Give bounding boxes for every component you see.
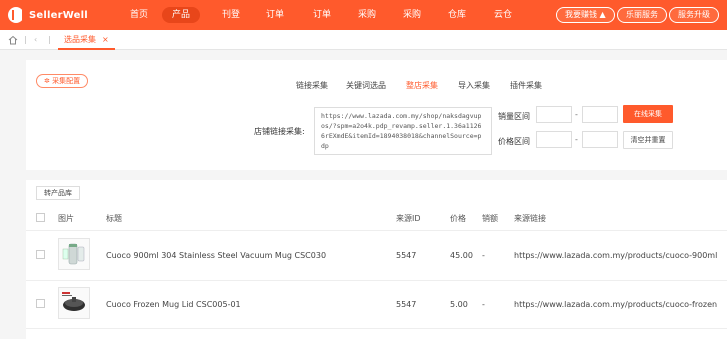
nav-item-home[interactable]: 首页 xyxy=(130,8,148,22)
nav-item-listing[interactable]: 刊登 xyxy=(222,8,240,22)
row-divider xyxy=(26,280,727,281)
row-price: 5.00 xyxy=(450,300,468,309)
price-range-label: 价格区间 xyxy=(498,137,530,146)
sales-min-input[interactable] xyxy=(536,106,572,123)
nav-item-purchase-2[interactable]: 采购 xyxy=(403,8,421,22)
row-source-link[interactable]: https://www.lazada.com.my/products/cuoco… xyxy=(514,300,717,309)
nav-item-products[interactable]: 产品 xyxy=(162,7,201,23)
nav-item-orders[interactable]: 订单 xyxy=(266,8,284,22)
sales-range-dash: - xyxy=(575,110,578,119)
top-navigation-bar: SellerWell 首页 产品 刊登 订单 订单 采购 采购 仓库 云仓 我要… xyxy=(0,0,727,30)
clear-reset-button[interactable]: 清空并重置 xyxy=(623,131,673,149)
shop-link-label: 店铺链接采集: xyxy=(254,127,305,136)
price-max-input[interactable] xyxy=(582,131,618,148)
price-min-input[interactable] xyxy=(536,131,572,148)
tab-divider-icon: | xyxy=(24,35,27,44)
earn-money-pill[interactable]: 我要赚钱 ▲ xyxy=(556,7,615,23)
product-thumbnail xyxy=(58,287,90,319)
nav-item-orders-2[interactable]: 订单 xyxy=(313,8,331,22)
tab-shop-collect[interactable]: 整店采集 xyxy=(406,80,438,91)
row-source-link[interactable]: https://www.lazada.com.my/products/cuoco… xyxy=(514,251,717,260)
page-tab-bar: | ‹ | 选品采集 × xyxy=(0,30,727,50)
shop-link-textarea[interactable]: https://www.lazada.com.my/shop/naksdagvu… xyxy=(314,107,492,155)
row-checkbox[interactable] xyxy=(36,299,45,308)
column-header-source-id: 来源ID xyxy=(396,214,421,223)
row-sales: - xyxy=(482,300,485,309)
column-header-sales: 销额 xyxy=(482,214,498,223)
nav-item-purchase[interactable]: 采购 xyxy=(358,8,376,22)
chevron-left-icon[interactable]: ‹ xyxy=(34,35,37,44)
row-title[interactable]: Cuoco 900ml 304 Stainless Steel Vacuum M… xyxy=(106,251,326,260)
row-checkbox[interactable] xyxy=(36,250,45,259)
brand-logo[interactable]: SellerWell xyxy=(8,7,88,23)
services-pill[interactable]: 乐丽服务 xyxy=(617,7,667,23)
header-divider xyxy=(26,230,727,231)
collection-settings-button[interactable]: ✲ 采集配置 xyxy=(36,74,89,88)
price-range-dash: - xyxy=(575,135,578,144)
home-icon[interactable] xyxy=(8,35,18,45)
upgrade-pill[interactable]: 服务升级 xyxy=(669,7,719,23)
sales-max-input[interactable] xyxy=(582,106,618,123)
move-to-product-library-button[interactable]: 转产品库 xyxy=(36,186,80,200)
row-sales: - xyxy=(482,251,485,260)
tab-product-collection[interactable]: 选品采集 × xyxy=(58,30,115,50)
column-header-source-link: 来源链接 xyxy=(514,214,546,223)
nav-item-warehouse[interactable]: 仓库 xyxy=(448,8,466,22)
row-divider xyxy=(26,328,727,329)
start-collect-button[interactable]: 在线采集 xyxy=(623,105,673,123)
brand-name: SellerWell xyxy=(29,9,88,21)
row-price: 45.00 xyxy=(450,251,473,260)
collector-panel: ✲ 采集配置 链接采集 关键词选品 整店采集 导入采集 插件采集 店铺链接采集:… xyxy=(26,60,727,170)
tab-link-collect[interactable]: 链接采集 xyxy=(296,80,328,91)
row-title[interactable]: Cuoco Frozen Mug Lid CSC005-01 xyxy=(106,300,241,309)
tab-divider-icon: | xyxy=(48,35,51,44)
mug-image-icon xyxy=(62,243,85,265)
gear-icon: ✲ xyxy=(44,77,50,85)
close-icon[interactable]: × xyxy=(102,35,109,44)
lid-image-icon xyxy=(62,292,85,311)
column-header-title: 标题 xyxy=(106,214,122,223)
sales-range-label: 销量区间 xyxy=(498,112,530,121)
select-all-checkbox[interactable] xyxy=(36,213,45,222)
nav-item-cloud-warehouse[interactable]: 云仓 xyxy=(494,8,512,22)
tab-keyword-select[interactable]: 关键词选品 xyxy=(346,80,386,91)
column-header-price: 价格 xyxy=(450,214,466,223)
tab-import-collect[interactable]: 导入采集 xyxy=(458,80,490,91)
tab-plugin-collect[interactable]: 插件采集 xyxy=(510,80,542,91)
column-header-image: 图片 xyxy=(58,214,74,223)
results-table: 转产品库 图片 标题 来源ID 价格 销额 来源链接 Cuoco 900ml 3… xyxy=(26,180,727,339)
row-source-id: 5547 xyxy=(396,251,417,260)
sellerwell-logo-icon xyxy=(8,7,24,23)
fire-icon: ▲ xyxy=(599,10,606,19)
product-thumbnail xyxy=(58,238,90,270)
row-source-id: 5547 xyxy=(396,300,417,309)
